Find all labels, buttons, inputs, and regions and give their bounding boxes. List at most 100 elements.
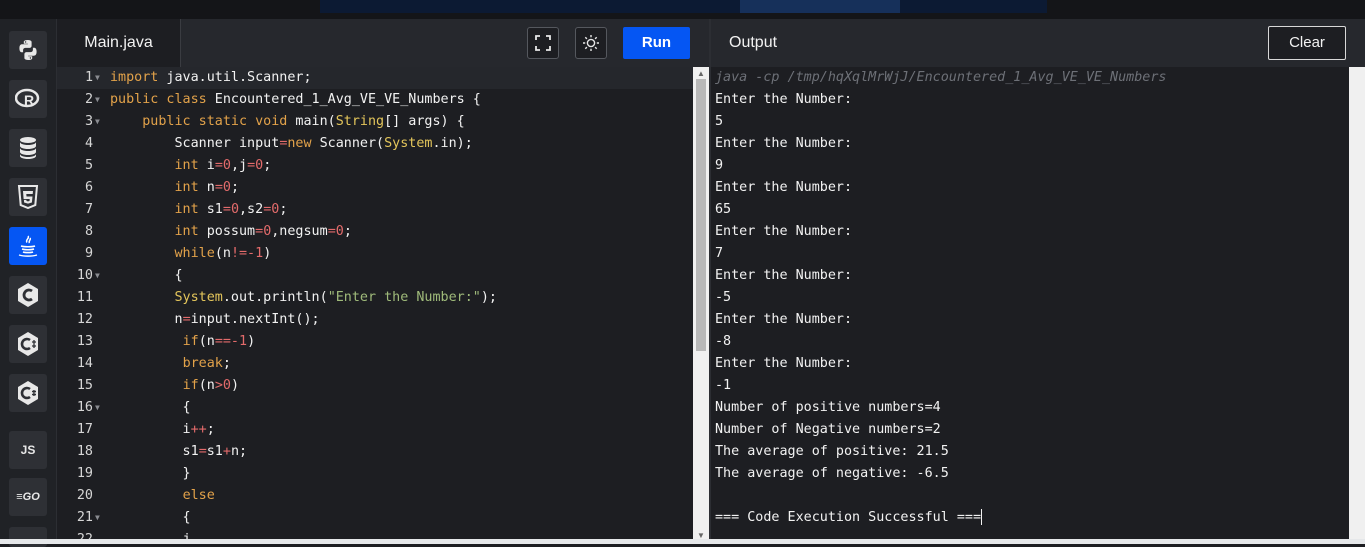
code-text: i++;	[110, 422, 215, 437]
csharp-icon	[18, 381, 38, 405]
text-cursor	[981, 509, 983, 525]
line-number: 3	[84, 114, 93, 129]
editor-scrollbar[interactable]: ▲ ▼	[693, 67, 709, 542]
output-line: The average of positive: 21.5	[715, 444, 949, 459]
line-number: 5	[84, 158, 93, 173]
r-icon: R	[15, 88, 40, 108]
fold-arrow-icon[interactable]: ▼	[95, 89, 100, 111]
sidebar-item-go[interactable]: ≡GO	[9, 478, 47, 516]
code-line[interactable]: 9 while(n!=-1)	[57, 243, 693, 265]
code-line[interactable]: 7 int s1=0,s2=0;	[57, 199, 693, 221]
scroll-up-arrow-icon[interactable]: ▲	[697, 69, 705, 78]
code-editor[interactable]: 1 ▼ import java.util.Scanner; 2 ▼ public clas…	[57, 67, 693, 542]
sidebar-item-python[interactable]	[9, 31, 47, 69]
line-number: 12	[76, 312, 93, 327]
line-number: 11	[76, 290, 93, 305]
java-icon	[18, 235, 38, 257]
html5-icon	[17, 185, 39, 209]
code-text: public static void main(String[] args) {	[142, 114, 465, 129]
code-line[interactable]: 2 ▼ public class Encountered_1_Avg_VE_VE_N…	[57, 89, 693, 111]
line-number: 8	[84, 224, 93, 239]
js-icon: JS	[20, 443, 36, 457]
line-number: 1	[84, 70, 93, 85]
line-number: 9	[84, 246, 93, 261]
code-line[interactable]: 20 else	[57, 485, 693, 507]
bottom-strip	[0, 539, 1365, 544]
line-number: 4	[84, 136, 93, 151]
fullscreen-icon	[535, 35, 551, 51]
code-line[interactable]: 13 if(n==-1)	[57, 331, 693, 353]
code-line[interactable]: 12 n=input.nextInt();	[57, 309, 693, 331]
editor-scrollbar-thumb[interactable]	[696, 79, 706, 351]
output-line: Number of positive numbers=4	[715, 400, 941, 415]
code-line[interactable]: 16 ▼ {	[57, 397, 693, 419]
code-line[interactable]: 15 if(n>0)	[57, 375, 693, 397]
sidebar-item-r[interactable]: R	[9, 80, 47, 118]
line-number: 14	[76, 356, 93, 371]
sidebar-item-more[interactable]	[9, 527, 47, 547]
fold-arrow-icon[interactable]: ▼	[95, 67, 100, 89]
fold-arrow-icon[interactable]: ▼	[95, 397, 100, 419]
sidebar-item-html[interactable]	[9, 178, 47, 216]
code-text: int i=0,j=0;	[174, 158, 272, 173]
sidebar-item-csharp[interactable]	[9, 374, 47, 412]
output-scrollbar[interactable]	[1349, 67, 1365, 542]
sidebar-item-javascript[interactable]: JS	[9, 431, 47, 469]
code-line[interactable]: 5 int i=0,j=0;	[57, 155, 693, 177]
sidebar-item-c[interactable]	[9, 276, 47, 314]
tab-main-java[interactable]: Main.java	[57, 19, 181, 67]
code-line[interactable]: 3 ▼ public static void main(String[] args…	[57, 111, 693, 133]
go-icon: ≡GO	[16, 491, 40, 503]
output-toolbar: Output Clear	[711, 19, 1365, 68]
ad-banner[interactable]	[320, 0, 1047, 13]
code-line[interactable]: 11 System.out.println("Enter the Number:…	[57, 287, 693, 309]
output-line: 7	[715, 246, 724, 261]
code-line[interactable]: 21 ▼ {	[57, 507, 693, 529]
line-number: 20	[76, 488, 93, 503]
code-text: int possum=0,negsum=0;	[174, 224, 352, 239]
output-line: 65	[715, 202, 732, 217]
output-line: Enter the Number:	[715, 268, 853, 283]
output-line: Enter the Number:	[715, 136, 853, 151]
line-number: 6	[84, 180, 93, 195]
code-text: int s1=0,s2=0;	[174, 202, 288, 217]
run-button[interactable]: Run	[623, 27, 690, 59]
line-number: 18	[76, 444, 93, 459]
line-number: 17	[76, 422, 93, 437]
fold-arrow-icon[interactable]: ▼	[95, 507, 100, 529]
output-line: Number of Negative numbers=2	[715, 422, 941, 437]
fold-arrow-icon[interactable]: ▼	[95, 265, 100, 287]
code-text: {	[110, 510, 191, 525]
code-text: {	[110, 268, 183, 283]
code-line[interactable]: 10 ▼ {	[57, 265, 693, 287]
c-icon	[18, 283, 38, 307]
line-number: 13	[76, 334, 93, 349]
code-line[interactable]: 6 int n=0;	[57, 177, 693, 199]
theme-toggle-button[interactable]	[575, 27, 607, 59]
code-text: public class Encountered_1_Avg_VE_VE_Num…	[110, 92, 481, 107]
line-number: 10	[76, 268, 93, 283]
code-text: {	[110, 400, 191, 415]
fold-arrow-icon[interactable]: ▼	[95, 111, 100, 133]
code-text: }	[110, 466, 191, 481]
fullscreen-button[interactable]	[527, 27, 559, 59]
sidebar-item-cpp[interactable]	[9, 325, 47, 363]
svg-text:R: R	[24, 92, 34, 108]
sidebar-item-sql[interactable]	[9, 129, 47, 167]
code-line[interactable]: 1 ▼ import java.util.Scanner;	[57, 67, 693, 89]
code-line[interactable]: 4 Scanner input=new Scanner(System.in);	[57, 133, 693, 155]
output-line: === Code Execution Successful ===	[715, 509, 983, 525]
code-line[interactable]: 8 int possum=0,negsum=0;	[57, 221, 693, 243]
code-line[interactable]: 18 s1=s1+n;	[57, 441, 693, 463]
output-line: -8	[715, 334, 732, 349]
output-line: Enter the Number:	[715, 224, 853, 239]
code-line[interactable]: 17 i++;	[57, 419, 693, 441]
output-console[interactable]: java -cp /tmp/hqXqlMrWjJ/Encountered_1_A…	[711, 67, 1349, 542]
code-line[interactable]: 14 break;	[57, 353, 693, 375]
output-line: Enter the Number:	[715, 92, 853, 107]
code-line[interactable]: 19 }	[57, 463, 693, 485]
output-line: Enter the Number:	[715, 312, 853, 327]
sidebar-item-java[interactable]	[9, 227, 47, 265]
code-text: if(n>0)	[182, 378, 239, 393]
clear-button[interactable]: Clear	[1268, 26, 1346, 60]
